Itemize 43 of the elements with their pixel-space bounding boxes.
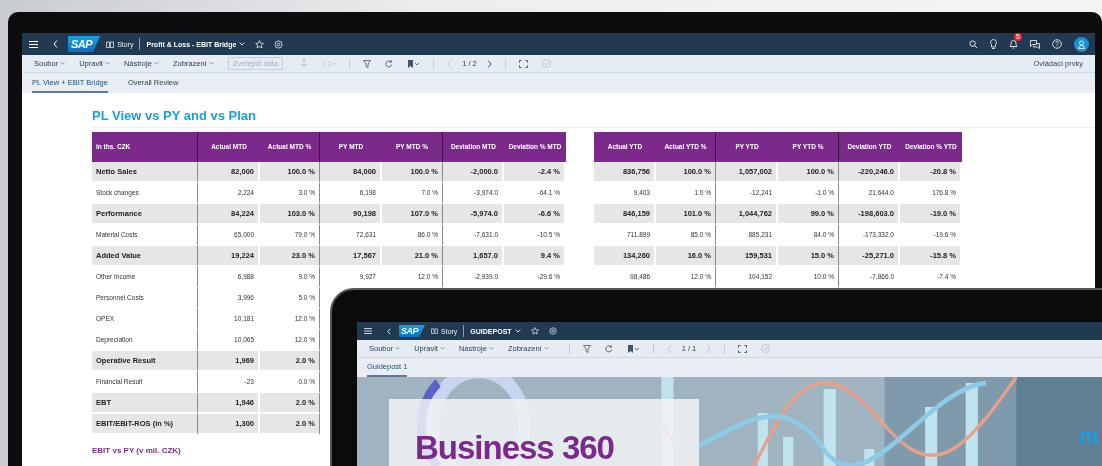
- filter-icon[interactable]: [582, 344, 591, 353]
- refresh-icon[interactable]: [385, 59, 394, 68]
- book-icon: [431, 328, 438, 334]
- caret-icon: [60, 62, 66, 65]
- caret-icon: [543, 347, 549, 350]
- menu-icon[interactable]: [364, 328, 372, 334]
- back-icon[interactable]: [53, 40, 58, 48]
- filter-icon[interactable]: [363, 59, 372, 68]
- banner-text: m: [1079, 423, 1099, 449]
- next-page-icon[interactable]: [486, 59, 492, 68]
- chart-title: EBIT vs PY (v mil. CZK): [92, 446, 182, 455]
- report-title: PL View vs PY and vs Plan: [92, 108, 258, 123]
- sap-logo[interactable]: SAP: [399, 325, 425, 337]
- menu-icon[interactable]: [29, 40, 38, 48]
- caret-icon: [488, 347, 494, 350]
- search-icon[interactable]: [969, 39, 978, 49]
- bookmark-icon[interactable]: [407, 59, 421, 68]
- caret-icon: [439, 347, 445, 350]
- circle-icon[interactable]: [274, 39, 284, 49]
- banner-title: Business 360: [415, 429, 614, 466]
- circle-icon[interactable]: [548, 327, 557, 335]
- caret-icon: [104, 62, 110, 65]
- caret-icon: [239, 42, 246, 46]
- caret-icon: [514, 329, 521, 333]
- lightbulb-icon[interactable]: [990, 39, 997, 49]
- check-circle-icon[interactable]: [541, 59, 551, 68]
- bookmark-icon[interactable]: [626, 344, 640, 353]
- help-icon[interactable]: [1052, 39, 1062, 49]
- avatar-icon[interactable]: [1074, 36, 1089, 52]
- star-icon[interactable]: [255, 39, 265, 49]
- caret-icon: [395, 347, 401, 350]
- back-icon[interactable]: [387, 327, 391, 335]
- book-icon: [106, 40, 115, 48]
- caret-icon: [208, 62, 214, 65]
- star-icon[interactable]: [530, 327, 539, 335]
- fullscreen-icon[interactable]: [518, 59, 528, 68]
- sap-logo[interactable]: SAP: [68, 36, 101, 52]
- refresh-icon[interactable]: [604, 344, 613, 353]
- fullscreen-icon[interactable]: [738, 344, 748, 353]
- check-circle-icon[interactable]: [761, 344, 771, 353]
- chat-icon[interactable]: [1030, 39, 1040, 49]
- caret-icon: [153, 62, 159, 65]
- bell-icon[interactable]: [1009, 39, 1018, 49]
